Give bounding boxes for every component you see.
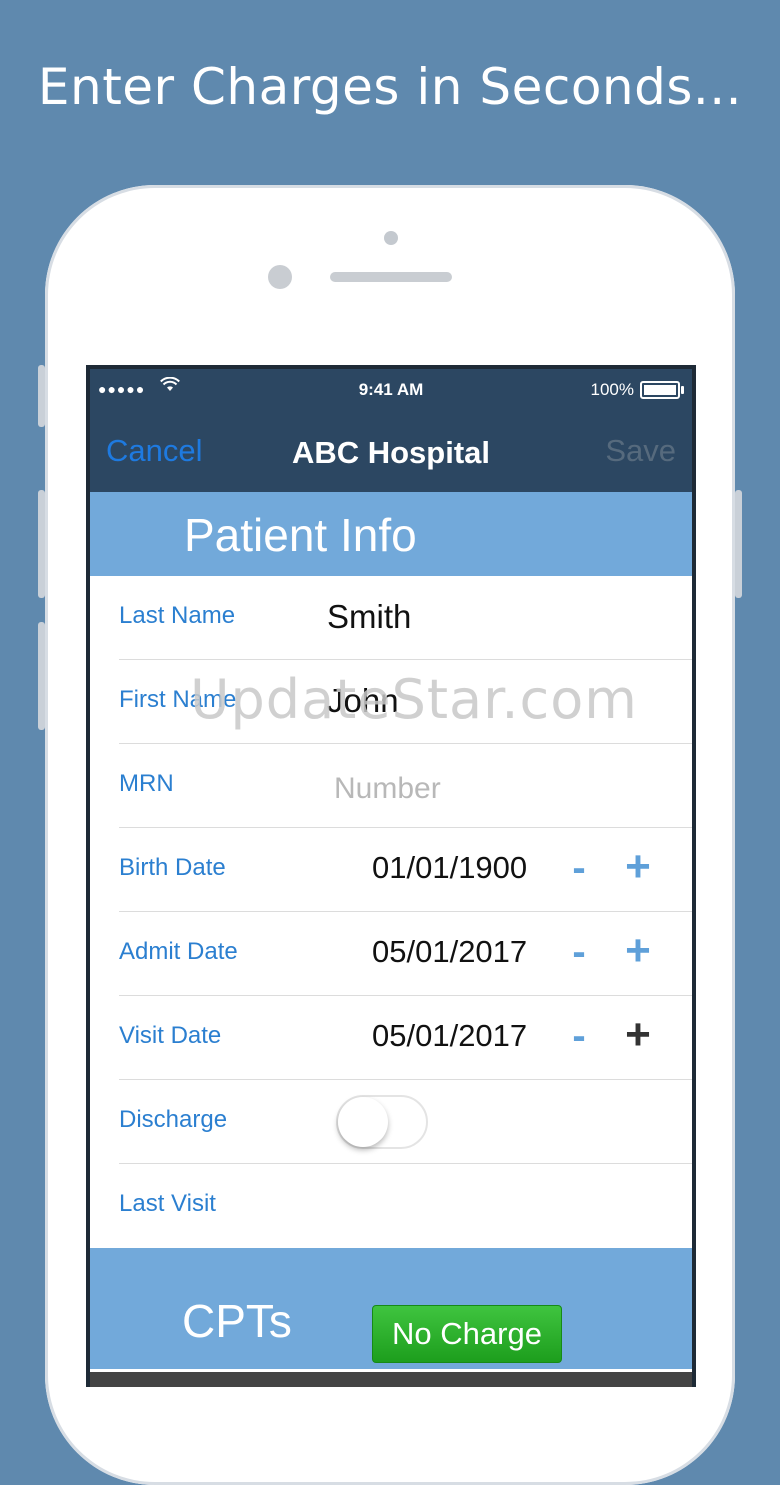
headline: Enter Charges in Seconds... [37,58,743,116]
phone-screen: ●●●●● 9:41 AM 100% Cancel ABC Hospital S… [86,365,696,1387]
last-visit-label: Last Visit [119,1190,216,1217]
visit-date-minus-button[interactable]: - [568,1014,590,1059]
last-name-input[interactable]: Smith [327,598,411,636]
navigation-bar: ●●●●● 9:41 AM 100% Cancel ABC Hospital S… [90,369,692,492]
toggle-knob [338,1097,388,1147]
discharge-toggle[interactable] [336,1095,428,1149]
battery-icon [640,381,684,399]
admit-date-plus-button[interactable]: + [618,926,658,976]
birth-date-row: Birth Date 01/01/1900 - + [90,828,692,912]
birth-date-label: Birth Date [119,854,226,881]
visit-date-value[interactable]: 05/01/2017 [372,1018,527,1054]
discharge-row: Discharge [90,1080,692,1164]
volume-down-button [38,622,45,730]
speaker-grille [330,272,452,282]
visit-date-plus-button[interactable]: + [618,1010,658,1060]
birth-date-plus-button[interactable]: + [618,842,658,892]
admit-date-value[interactable]: 05/01/2017 [372,934,527,970]
volume-up-button [38,490,45,598]
discharge-label: Discharge [119,1106,228,1133]
admit-date-row: Admit Date 05/01/2017 - + [90,912,692,996]
mrn-input[interactable]: Number [334,772,441,806]
patient-info-header: Patient Info [90,492,692,576]
visit-date-label: Visit Date [119,1022,222,1049]
cpts-title: CPTs [182,1295,292,1347]
no-charge-button[interactable]: No Charge [372,1305,562,1363]
watermark: UpdateStar.com [190,668,638,731]
birth-date-value[interactable]: 01/01/1900 [372,850,527,886]
visit-date-row: Visit Date 05/01/2017 - + [90,996,692,1080]
status-bar: ●●●●● 9:41 AM 100% [90,376,692,405]
mute-switch [38,365,45,427]
battery-percent: 100% [590,380,634,399]
page-title: ABC Hospital [291,435,491,470]
admit-date-minus-button[interactable]: - [568,930,590,975]
patient-info-title: Patient Info [184,509,417,561]
sensor-dot [384,231,398,245]
birth-date-minus-button[interactable]: - [568,846,590,891]
save-button[interactable]: Save [605,433,676,469]
admit-date-label: Admit Date [119,938,238,965]
power-button [735,490,742,598]
last-name-label: Last Name [119,602,236,629]
bottom-bar [90,1369,692,1387]
last-visit-row[interactable]: Last Visit [90,1164,692,1248]
last-name-row[interactable]: Last Name Smith [90,576,692,660]
camera-icon [268,265,292,289]
mrn-label: MRN [119,770,174,797]
mrn-row[interactable]: MRN Number [90,744,692,828]
